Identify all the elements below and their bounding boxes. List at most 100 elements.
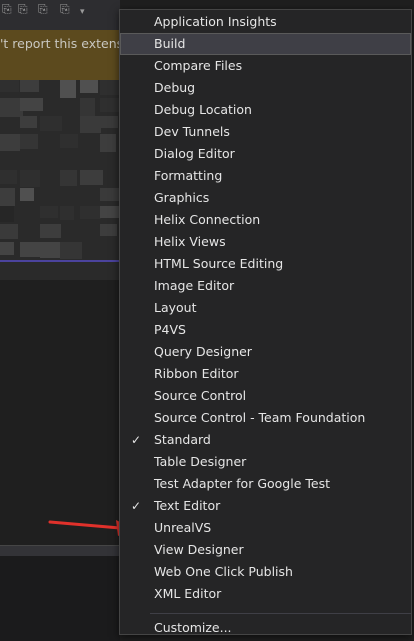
- editor-toolbar: ⎘ ⎘ ⎘ ⎘ ▾: [0, 0, 120, 30]
- pixel-block: [100, 80, 119, 95]
- pixel-block: [0, 242, 14, 255]
- menu-item-formatting[interactable]: Formatting: [120, 165, 411, 187]
- menu-item-helix-connection[interactable]: Helix Connection: [120, 209, 411, 231]
- pixel-block: [40, 206, 58, 218]
- menu-item-label: Test Adapter for Google Test: [154, 476, 330, 491]
- pixel-block: [40, 116, 62, 131]
- menu-separator: [150, 613, 411, 614]
- pixel-block: [60, 242, 82, 259]
- pixel-block: [80, 116, 101, 133]
- pixel-block: [20, 116, 37, 128]
- pixel-block: [100, 188, 120, 201]
- menu-item-customize[interactable]: Customize...: [120, 617, 411, 639]
- menu-item-source-control[interactable]: Source Control: [120, 385, 411, 407]
- pixel-block: [60, 206, 74, 220]
- menu-item-p4vs[interactable]: P4VS: [120, 319, 411, 341]
- menu-item-test-adapter-for-google-test[interactable]: Test Adapter for Google Test: [120, 473, 411, 495]
- menu-item-label: Layout: [154, 300, 197, 315]
- overflow-icon[interactable]: ▾: [80, 6, 92, 19]
- menu-item-label: Standard: [154, 432, 211, 447]
- menu-item-graphics[interactable]: Graphics: [120, 187, 411, 209]
- menu-item-label: Query Designer: [154, 344, 252, 359]
- menu-item-build[interactable]: Build: [120, 33, 411, 55]
- menu-item-label: Source Control: [154, 388, 247, 403]
- pixel-block: [40, 224, 61, 238]
- menu-item-html-source-editing[interactable]: HTML Source Editing: [120, 253, 411, 275]
- menu-item-label: Build: [154, 36, 186, 51]
- menu-item-table-designer[interactable]: Table Designer: [120, 451, 411, 473]
- menu-item-application-insights[interactable]: Application Insights: [120, 11, 411, 33]
- menu-item-label: P4VS: [154, 322, 186, 337]
- menu-item-helix-views[interactable]: Helix Views: [120, 231, 411, 253]
- menu-item-compare-files[interactable]: Compare Files: [120, 55, 411, 77]
- panel-splitter[interactable]: [0, 545, 120, 556]
- menu-item-label: Graphics: [154, 190, 210, 205]
- editor-area: [0, 280, 120, 545]
- pixel-block: [0, 188, 15, 206]
- menu-item-label: UnrealVS: [154, 520, 212, 535]
- pixel-block: [0, 80, 19, 92]
- extension-warning-banner: 't report this extensio: [0, 30, 120, 80]
- menu-item-standard[interactable]: ✓ Standard: [120, 429, 411, 451]
- menu-item-dialog-editor[interactable]: Dialog Editor: [120, 143, 411, 165]
- pixel-block: [80, 80, 98, 93]
- menu-item-debug[interactable]: Debug: [120, 77, 411, 99]
- menu-item-label: Table Designer: [154, 454, 247, 469]
- menu-item-label: Image Editor: [154, 278, 235, 293]
- bookmark-icon[interactable]: ⎘: [18, 3, 30, 16]
- pixel-block: [60, 134, 78, 148]
- menu-item-layout[interactable]: Layout: [120, 297, 411, 319]
- pixel-block: [100, 206, 120, 218]
- bookmark-icon[interactable]: ⎘: [60, 3, 72, 16]
- menu-item-dev-tunnels[interactable]: Dev Tunnels: [120, 121, 411, 143]
- pixel-block: [20, 242, 40, 257]
- menu-item-label: Dialog Editor: [154, 146, 235, 161]
- menu-item-label: HTML Source Editing: [154, 256, 284, 271]
- pixel-block: [20, 98, 43, 111]
- menu-item-xml-editor[interactable]: XML Editor: [120, 583, 411, 605]
- menu-item-query-designer[interactable]: Query Designer: [120, 341, 411, 363]
- menu-item-text-editor[interactable]: ✓ Text Editor: [120, 495, 411, 517]
- obscured-content: [0, 80, 120, 280]
- menu-item-label: Dev Tunnels: [154, 124, 230, 139]
- menu-item-label: Debug Location: [154, 102, 252, 117]
- banner-text: 't report this extensio: [0, 36, 120, 51]
- pixel-block: [100, 98, 119, 112]
- pixel-block: [60, 80, 76, 98]
- accent-line: [0, 260, 120, 262]
- menu-item-label: View Designer: [154, 542, 244, 557]
- menu-item-debug-location[interactable]: Debug Location: [120, 99, 411, 121]
- menu-item-label: Web One Click Publish: [154, 564, 293, 579]
- menu-item-label: XML Editor: [154, 586, 222, 601]
- pixel-block: [80, 98, 95, 117]
- menu-item-label: Formatting: [154, 168, 223, 183]
- pixel-block: [20, 134, 38, 149]
- menu-item-unrealvs[interactable]: UnrealVS: [120, 517, 411, 539]
- pixel-block: [100, 224, 117, 236]
- menu-item-web-one-click-publish[interactable]: Web One Click Publish: [120, 561, 411, 583]
- checkmark-icon: ✓: [131, 433, 142, 447]
- pixel-block: [20, 188, 34, 201]
- menu-item-source-control-team-foundation[interactable]: Source Control - Team Foundation: [120, 407, 411, 429]
- pixel-block: [0, 170, 17, 184]
- toolbars-context-menu: Application Insights Build Compare Files De…: [119, 9, 412, 635]
- menu-item-label: Helix Views: [154, 234, 226, 249]
- checkmark-icon: ✓: [131, 499, 142, 513]
- pixel-block: [100, 116, 118, 128]
- menu-item-label: Compare Files: [154, 58, 243, 73]
- pixel-block: [80, 206, 101, 219]
- menu-item-label: Source Control - Team Foundation: [154, 410, 366, 425]
- menu-item-ribbon-editor[interactable]: Ribbon Editor: [120, 363, 411, 385]
- pixel-block: [20, 80, 39, 92]
- pixel-block: [60, 170, 77, 186]
- pixel-block: [0, 206, 14, 222]
- menu-item-label: Debug: [154, 80, 196, 95]
- bookmark-icon[interactable]: ⎘: [2, 3, 14, 16]
- bookmark-icon[interactable]: ⎘: [38, 3, 50, 16]
- menu-item-label: Application Insights: [154, 14, 277, 29]
- pixel-block: [80, 170, 103, 185]
- menu-item-image-editor[interactable]: Image Editor: [120, 275, 411, 297]
- pixel-block: [100, 134, 116, 152]
- menu-item-view-designer[interactable]: View Designer: [120, 539, 411, 561]
- menu-items: Application Insights Build Compare Files De…: [120, 11, 411, 605]
